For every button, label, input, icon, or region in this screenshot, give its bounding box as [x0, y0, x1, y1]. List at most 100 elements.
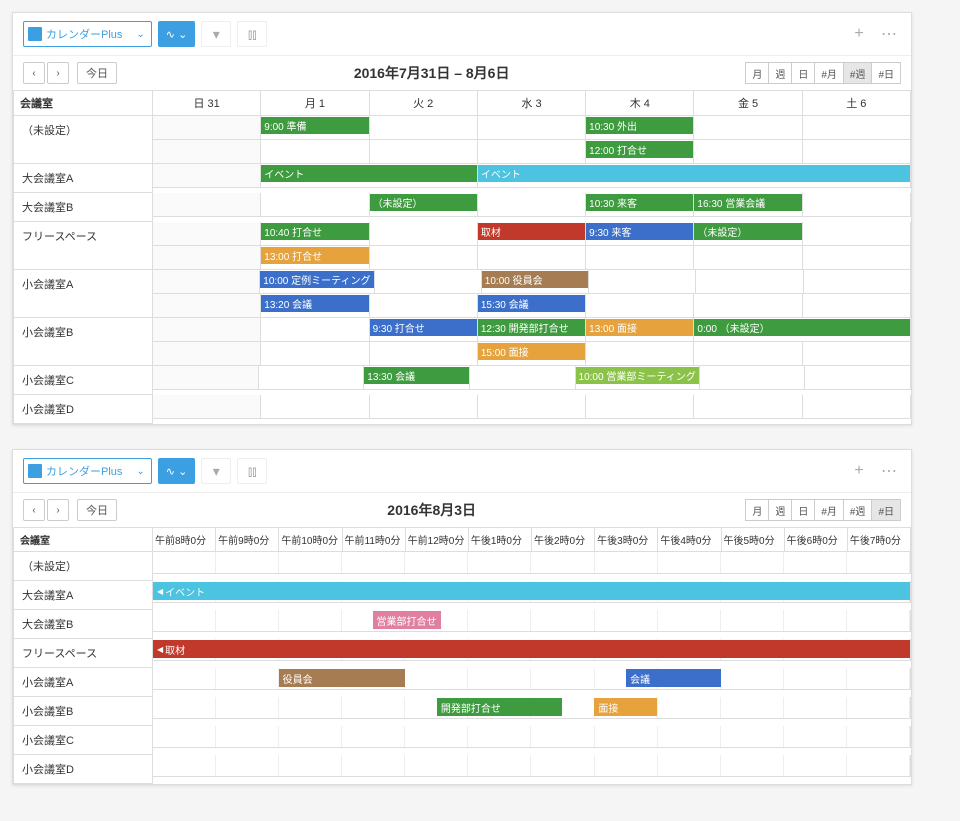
today-button[interactable]: 今日: [77, 62, 117, 84]
timeline-track[interactable]: [153, 552, 911, 574]
event[interactable]: 10:00 定例ミーティング: [260, 271, 373, 288]
day-cell[interactable]: [370, 395, 478, 419]
day-cell[interactable]: 10:00 定例ミーティング: [260, 270, 374, 294]
day-cell[interactable]: [478, 246, 586, 270]
day-cell[interactable]: [803, 116, 911, 140]
event[interactable]: 10:40 打合せ: [261, 223, 368, 240]
day-cell[interactable]: 12:30 開発部打合せ: [478, 318, 586, 342]
event[interactable]: 13:00 打合せ: [261, 247, 368, 264]
stats-button[interactable]: ⫾⫾: [237, 458, 267, 484]
day-cell[interactable]: 10:00 営業部ミーティング: [576, 366, 700, 390]
event[interactable]: 13:20 会議: [261, 295, 368, 312]
stats-button[interactable]: ⫾⫾: [237, 21, 267, 47]
event[interactable]: 16:30 営業会議: [694, 194, 801, 211]
view-hash-week[interactable]: #週: [843, 62, 873, 84]
event[interactable]: イベント: [478, 165, 910, 182]
day-cell[interactable]: [478, 116, 586, 140]
day-cell[interactable]: [694, 116, 802, 140]
view-hash-day[interactable]: #日: [871, 62, 901, 84]
day-cell[interactable]: [153, 222, 261, 246]
next-button[interactable]: ›: [47, 499, 69, 521]
more-button[interactable]: ⋯: [877, 459, 901, 483]
day-cell[interactable]: イベント: [478, 164, 911, 188]
event[interactable]: 12:30 開発部打合せ: [478, 319, 585, 336]
view-hash-week[interactable]: #週: [843, 499, 873, 521]
day-cell[interactable]: 13:20 会議: [261, 294, 369, 318]
day-cell[interactable]: [153, 294, 261, 318]
more-button[interactable]: ⋯: [877, 22, 901, 46]
day-cell[interactable]: （未設定）: [370, 193, 478, 217]
event[interactable]: （未設定）: [694, 223, 801, 240]
day-cell[interactable]: （未設定）: [694, 222, 802, 246]
view-hash-day[interactable]: #日: [871, 499, 901, 521]
timeline-track[interactable]: ◀取材: [153, 639, 911, 661]
event[interactable]: 10:30 外出: [586, 117, 693, 134]
view-day[interactable]: 日: [791, 62, 815, 84]
day-cell[interactable]: [804, 270, 911, 294]
day-cell[interactable]: [803, 222, 911, 246]
filter-button[interactable]: ▾: [201, 458, 231, 484]
day-cell[interactable]: [803, 140, 911, 164]
day-cell[interactable]: 9:00 準備: [261, 116, 369, 140]
event[interactable]: 9:00 準備: [261, 117, 368, 134]
event[interactable]: 13:30 会議: [364, 367, 469, 384]
event[interactable]: 10:00 営業部ミーティング: [576, 367, 699, 384]
day-cell[interactable]: [805, 366, 911, 390]
event[interactable]: 10:00 役員会: [482, 271, 588, 288]
day-cell[interactable]: [261, 193, 369, 217]
day-cell[interactable]: 10:30 外出: [586, 116, 694, 140]
day-cell[interactable]: 9:30 来客: [586, 222, 694, 246]
event[interactable]: 10:30 来客: [586, 194, 693, 211]
event[interactable]: 12:00 打合せ: [586, 141, 693, 158]
day-cell[interactable]: [153, 270, 260, 294]
day-cell[interactable]: 16:30 営業会議: [694, 193, 802, 217]
chart-mode-button[interactable]: ∿ ⌄: [158, 458, 196, 484]
day-cell[interactable]: [261, 342, 369, 366]
event[interactable]: 取材: [478, 223, 585, 240]
add-button[interactable]: +: [847, 459, 871, 483]
day-cell[interactable]: [370, 294, 478, 318]
day-cell[interactable]: [153, 342, 261, 366]
day-cell[interactable]: 15:00 面接: [478, 342, 586, 366]
day-cell[interactable]: [153, 318, 261, 342]
day-cell[interactable]: [586, 294, 694, 318]
day-cell[interactable]: [586, 246, 694, 270]
timeline-track[interactable]: [153, 755, 911, 777]
filter-button[interactable]: ▾: [201, 21, 231, 47]
timeline-track[interactable]: [153, 726, 911, 748]
day-cell[interactable]: [259, 366, 365, 390]
chart-mode-button[interactable]: ∿ ⌄: [158, 21, 196, 47]
day-cell[interactable]: [153, 164, 261, 188]
day-cell[interactable]: [589, 270, 696, 294]
day-cell[interactable]: 10:40 打合せ: [261, 222, 369, 246]
day-cell[interactable]: [696, 270, 803, 294]
day-cell[interactable]: [153, 140, 261, 164]
event[interactable]: （未設定）: [370, 194, 477, 211]
event[interactable]: 9:30 打合せ: [370, 319, 477, 336]
day-cell[interactable]: [694, 140, 802, 164]
timeline-track[interactable]: 営業部打合せ: [153, 610, 911, 632]
day-cell[interactable]: [261, 395, 369, 419]
event[interactable]: 役員会: [279, 669, 405, 687]
day-cell[interactable]: [153, 116, 261, 140]
day-cell[interactable]: [700, 366, 806, 390]
day-cell[interactable]: [803, 193, 911, 217]
timeline-track[interactable]: ◀イベント: [153, 581, 911, 603]
day-cell[interactable]: [153, 193, 261, 217]
day-cell[interactable]: 0:00 （未設定）: [694, 318, 911, 342]
timeline-track[interactable]: 役員会会議: [153, 668, 911, 690]
event[interactable]: 0:00 （未設定）: [694, 319, 910, 336]
view-day[interactable]: 日: [791, 499, 815, 521]
day-cell[interactable]: [261, 318, 369, 342]
day-cell[interactable]: [586, 395, 694, 419]
app-selector[interactable]: カレンダーPlus ⌄: [23, 458, 152, 484]
day-cell[interactable]: 10:30 来客: [586, 193, 694, 217]
day-cell[interactable]: [803, 294, 911, 318]
event[interactable]: 15:30 会議: [478, 295, 585, 312]
day-cell[interactable]: [803, 246, 911, 270]
day-cell[interactable]: [694, 342, 802, 366]
day-cell[interactable]: [370, 246, 478, 270]
day-cell[interactable]: [694, 294, 802, 318]
app-selector[interactable]: カレンダーPlus ⌄: [23, 21, 152, 47]
view-month[interactable]: 月: [745, 62, 769, 84]
